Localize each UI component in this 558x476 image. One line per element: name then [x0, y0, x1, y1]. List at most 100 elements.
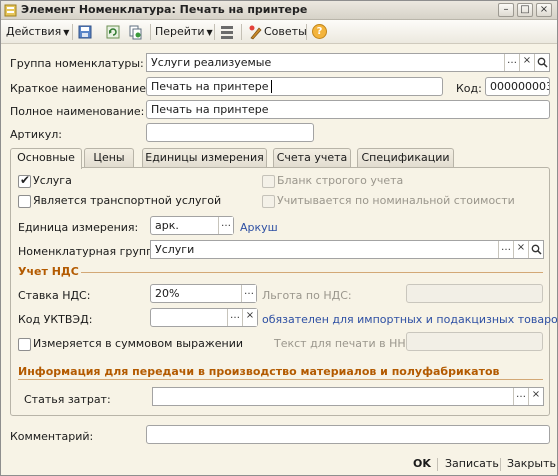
- save-disk-icon[interactable]: [77, 24, 93, 40]
- group-search-button[interactable]: [534, 54, 549, 71]
- window-icon: [4, 4, 17, 17]
- nom-group-field[interactable]: Услуги: [150, 240, 544, 259]
- vat-section-title: Учет НДС: [18, 265, 79, 278]
- uktzed-label: Код УКТВЭД:: [18, 313, 93, 326]
- chevron-down-icon: ▼: [63, 28, 70, 37]
- nominal-label: Учитывается по номинальной стоимости: [277, 194, 515, 207]
- advice-button[interactable]: Советы: [247, 24, 307, 40]
- nom-group-search-button[interactable]: [528, 241, 543, 258]
- nom-group-value: Услуги: [155, 243, 195, 256]
- group-label: Группа номенклатуры:: [10, 57, 144, 70]
- unit-select-button[interactable]: …: [218, 217, 233, 234]
- code-label: Код:: [456, 82, 482, 95]
- tab-accounts[interactable]: Счета учета: [273, 148, 351, 167]
- production-section-divider: [18, 379, 543, 380]
- vat-rate-select-button[interactable]: …: [241, 285, 256, 302]
- title-bar[interactable]: Элемент Номенклатура: Печать на принтере…: [1, 1, 557, 20]
- close-button[interactable]: Закрыть: [507, 456, 556, 472]
- sum-measure-label: Измеряется в суммовом выражении: [33, 337, 244, 350]
- comment-label: Комментарий:: [10, 430, 94, 443]
- toolbar-separator: [72, 24, 73, 40]
- search-icon: [531, 244, 542, 255]
- comment-input[interactable]: [146, 425, 550, 444]
- sum-measure-checkbox[interactable]: [18, 338, 31, 351]
- short-name-input[interactable]: Печать на принтере: [146, 77, 443, 96]
- close-window-button[interactable]: ×: [536, 3, 552, 17]
- unit-label: Единица измерения:: [18, 221, 139, 234]
- main-tab-panel: ✔ Услуга Бланк строгого учета Является т…: [10, 167, 558, 416]
- vat-section-divider: [81, 272, 543, 273]
- service-label: Услуга: [33, 174, 72, 187]
- nom-group-select-button[interactable]: …: [498, 241, 513, 258]
- checkmark-icon: ✔: [20, 173, 31, 187]
- item-window: Элемент Номенклатура: Печать на принтере…: [0, 0, 558, 476]
- tab-units[interactable]: Единицы измерения: [142, 148, 267, 167]
- strict-form-label: Бланк строгого учета: [277, 174, 404, 187]
- minimize-button[interactable]: –: [498, 3, 514, 17]
- nominal-checkbox[interactable]: [262, 195, 275, 208]
- structure-icon[interactable]: [219, 24, 235, 40]
- advice-label: Советы: [264, 25, 307, 38]
- window-title: Элемент Номенклатура: Печать на принтере: [21, 3, 308, 16]
- cost-item-select-button[interactable]: …: [513, 388, 528, 405]
- vat-benefit-label: Льгота по НДС:: [262, 289, 352, 302]
- full-name-value: Печать на принтере: [151, 103, 269, 116]
- short-name-label: Краткое наименование:: [10, 82, 150, 95]
- strict-form-checkbox[interactable]: [262, 175, 275, 188]
- ok-button[interactable]: OK: [413, 456, 431, 472]
- nom-group-clear-button[interactable]: ×: [513, 241, 528, 258]
- production-section-title: Информация для передачи в производство м…: [18, 365, 500, 378]
- group-select-button[interactable]: …: [504, 54, 519, 71]
- short-name-value: Печать на принтере: [151, 80, 269, 93]
- toolbar-separator: [306, 24, 307, 40]
- help-icon[interactable]: ?: [312, 24, 327, 39]
- toolbar-separator: [241, 24, 242, 40]
- vat-benefit-field[interactable]: [406, 284, 543, 303]
- uktzed-clear-button[interactable]: ×: [242, 309, 257, 326]
- print-text-label: Текст для печати в НН:: [274, 337, 410, 350]
- unit-value: арк.: [155, 219, 179, 232]
- actions-label: Действия: [6, 25, 62, 38]
- uktzed-hint-link[interactable]: обязателен для импортных и подакцизных т…: [262, 313, 558, 326]
- unit-link[interactable]: Аркуш: [240, 221, 278, 234]
- maximize-button[interactable]: □: [517, 3, 533, 17]
- button-separator: [500, 458, 501, 471]
- actions-menu[interactable]: Действия ▼: [6, 24, 69, 40]
- vat-rate-value: 20%: [155, 287, 180, 300]
- chevron-down-icon: ▼: [206, 28, 213, 37]
- group-clear-button[interactable]: ×: [519, 54, 534, 71]
- nom-group-label: Номенклатурная группа:: [18, 245, 164, 258]
- full-name-input[interactable]: Печать на принтере: [146, 100, 550, 119]
- cost-item-label: Статья затрат:: [24, 393, 111, 406]
- button-separator: [437, 458, 438, 471]
- transport-label: Является транспортной услугой: [33, 194, 222, 207]
- uktzed-select-button[interactable]: …: [227, 309, 242, 326]
- tab-main[interactable]: Основные: [10, 148, 82, 169]
- copy-icon[interactable]: [127, 24, 143, 40]
- tab-specifications[interactable]: Спецификации: [357, 148, 454, 167]
- text-cursor: [270, 80, 272, 93]
- cost-item-field[interactable]: [152, 387, 544, 406]
- article-input[interactable]: [146, 123, 314, 142]
- cost-item-clear-button[interactable]: ×: [528, 388, 543, 405]
- transport-checkbox[interactable]: [18, 195, 31, 208]
- vat-rate-label: Ставка НДС:: [18, 289, 91, 302]
- code-input[interactable]: 000000003: [485, 77, 550, 96]
- tip-icon: [249, 25, 262, 40]
- toolbar-separator: [150, 24, 151, 40]
- print-text-field[interactable]: [406, 332, 543, 351]
- code-value: 000000003: [490, 80, 550, 93]
- group-value: Услуги реализуемые: [151, 56, 272, 69]
- tab-prices[interactable]: Цены: [84, 148, 134, 167]
- article-label: Артикул:: [10, 128, 62, 141]
- group-field[interactable]: Услуги реализуемые: [146, 53, 550, 72]
- goto-label: Перейти: [155, 25, 205, 38]
- refresh-icon[interactable]: [105, 24, 121, 40]
- search-icon: [537, 57, 548, 68]
- full-name-label: Полное наименование:: [10, 105, 145, 118]
- goto-menu[interactable]: Перейти ▼: [155, 24, 213, 40]
- service-checkbox[interactable]: ✔: [18, 173, 31, 188]
- toolbar: Действия ▼ Перейти ▼ Советы ?: [1, 20, 557, 44]
- toolbar-separator: [214, 24, 215, 40]
- save-button[interactable]: Записать: [445, 456, 499, 472]
